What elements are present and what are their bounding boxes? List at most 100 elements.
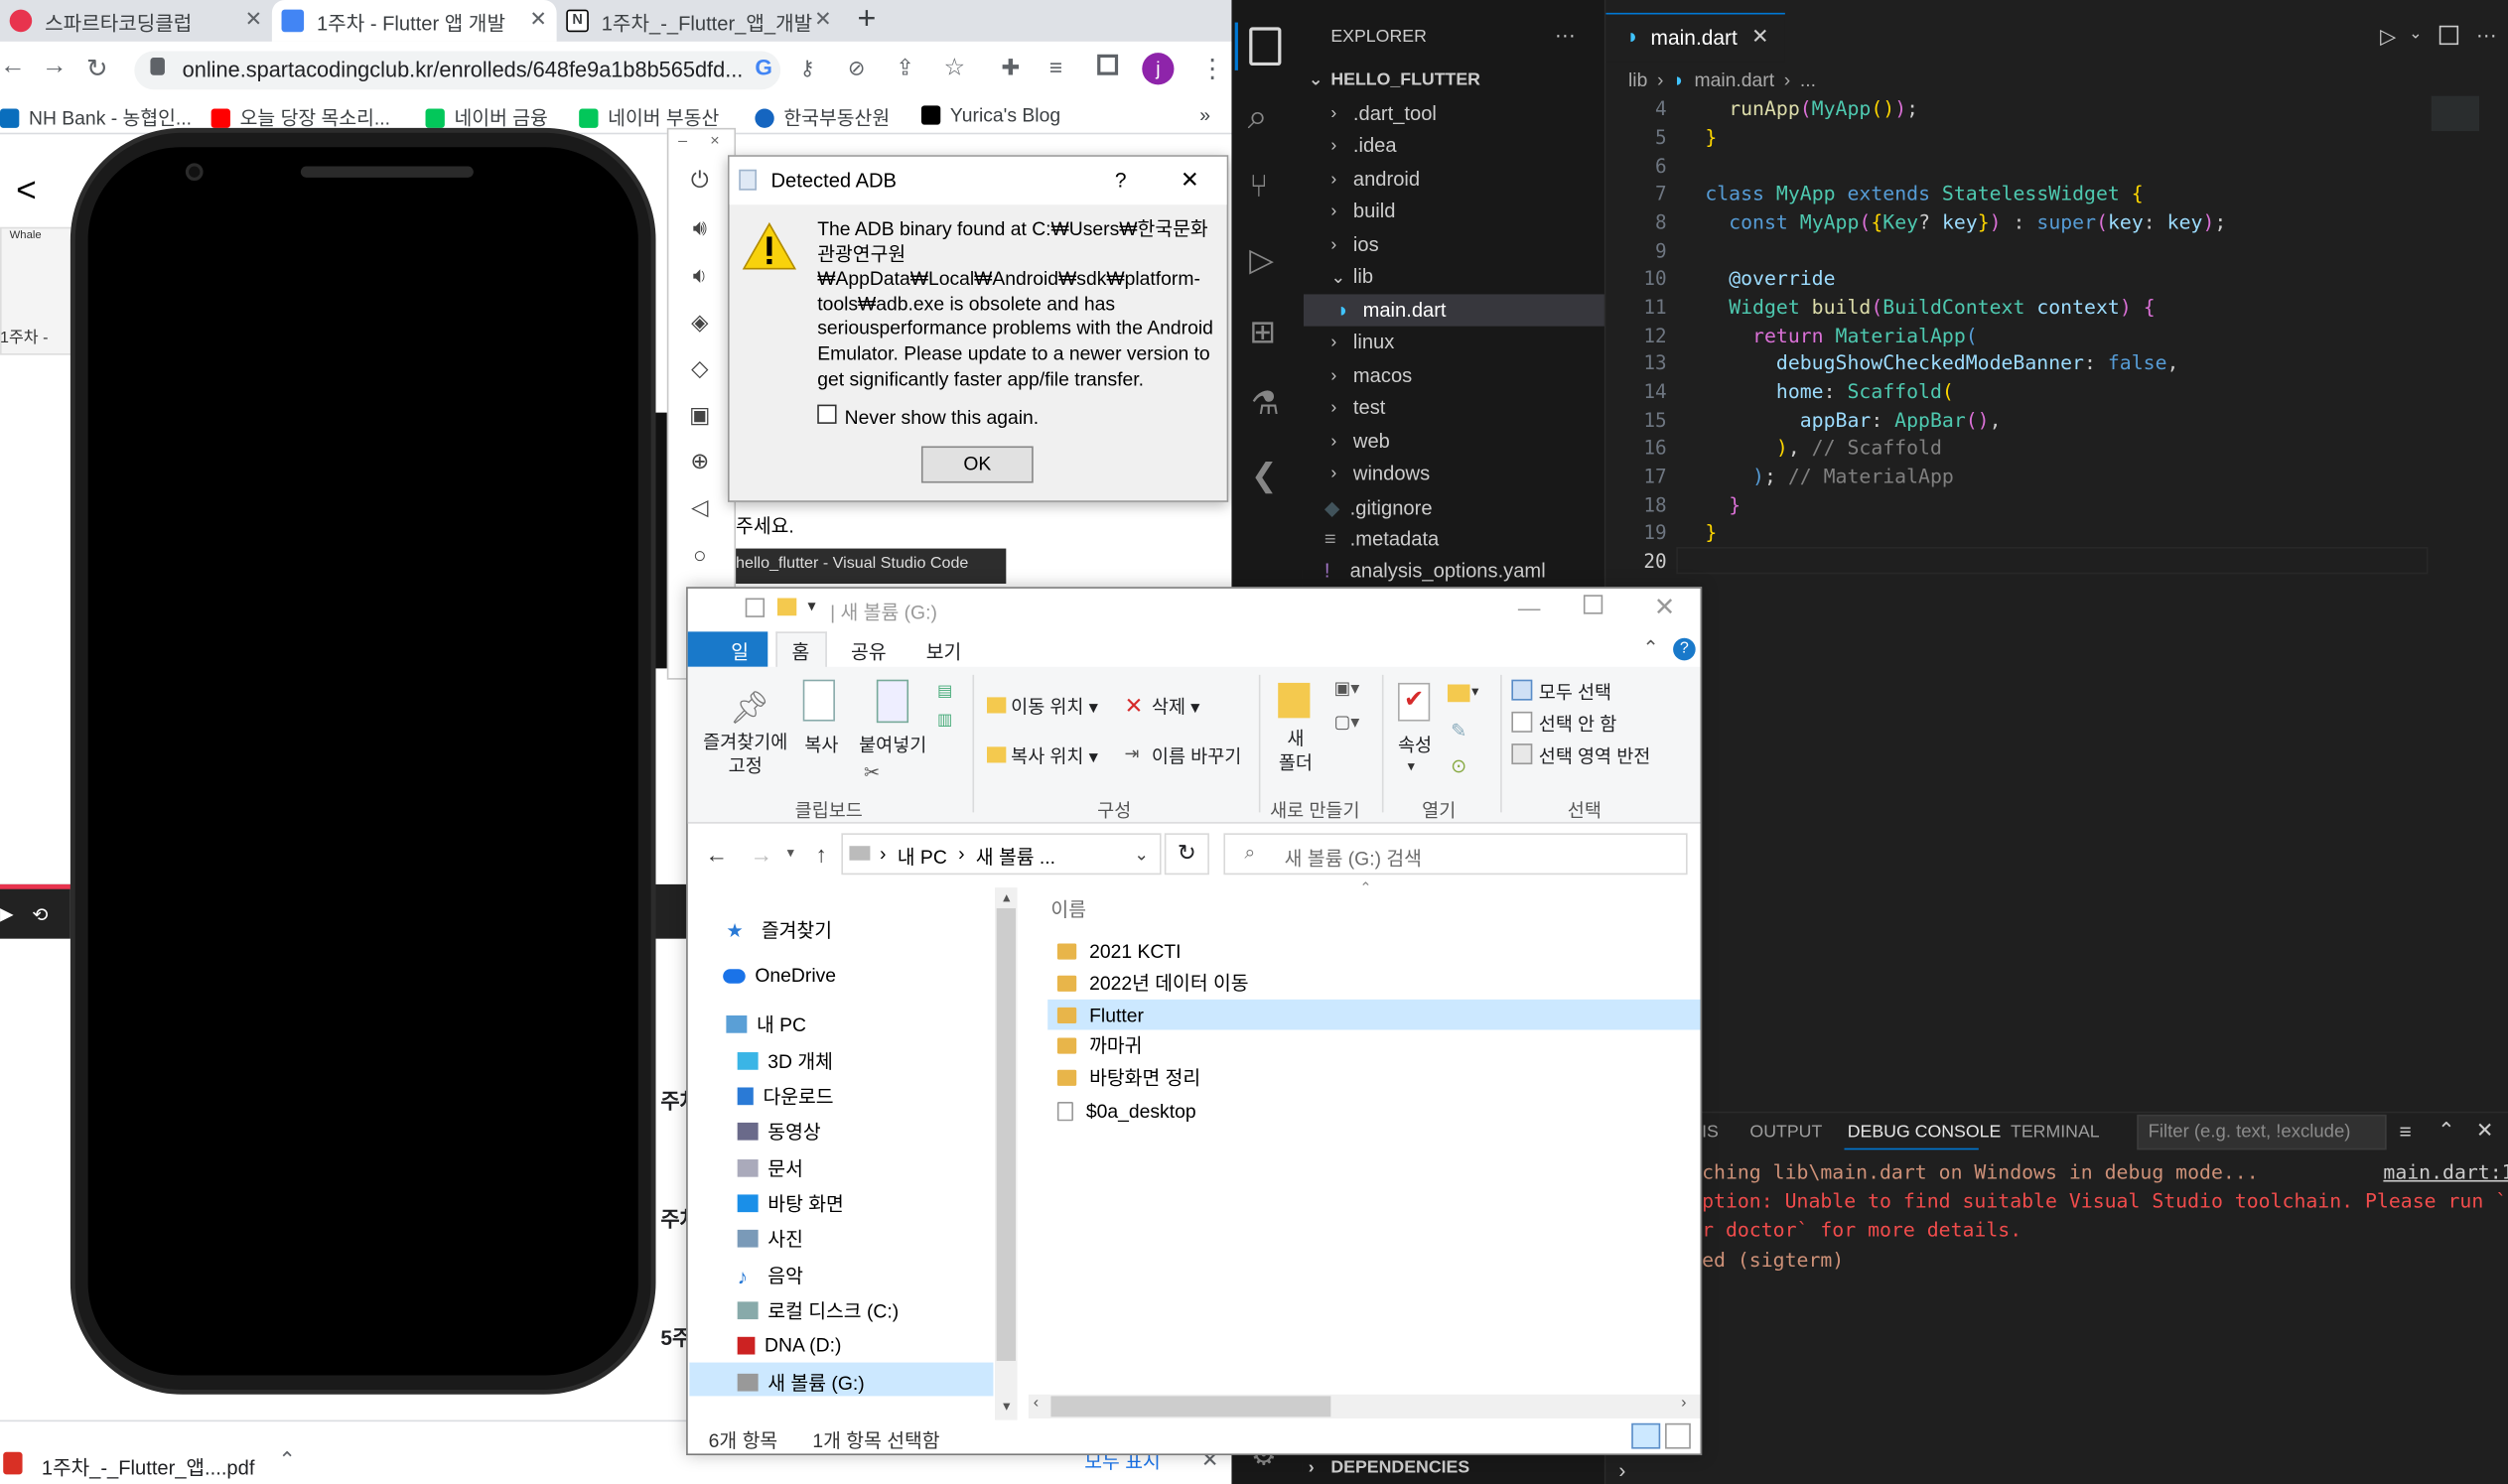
open-icon[interactable] [1447, 684, 1470, 703]
close-window-button[interactable]: ✕ [1654, 592, 1676, 623]
tree-item[interactable]: › build [1330, 200, 1395, 222]
nav-item-videos[interactable]: 동영상 [737, 1118, 821, 1145]
tree-item[interactable]: › windows [1330, 463, 1430, 485]
properties-dropdown-icon[interactable]: ▾ [1408, 758, 1415, 776]
help-icon[interactable]: ? [1673, 637, 1696, 661]
delete-button[interactable]: 삭제 ▾ [1152, 694, 1200, 720]
split-editor-icon[interactable] [2438, 25, 2459, 46]
source-control-icon[interactable]: ⑂ [1249, 170, 1268, 206]
project-folder[interactable]: ⌄ HELLO_FLUTTER [1309, 68, 1480, 89]
chevron-down-icon[interactable]: ⌄ [2409, 26, 2423, 44]
copy-to-button[interactable]: 복사 위치 ▾ [1011, 743, 1098, 769]
ribbon-tab-file[interactable] [687, 631, 768, 667]
breadcrumb-item[interactable]: main.dart [1694, 68, 1774, 91]
nav-item-dna-d[interactable]: DNA (D:) [737, 1334, 841, 1356]
emulator-close-button[interactable]: × [710, 133, 719, 151]
ribbon-tab-view[interactable]: 보기 [926, 638, 962, 665]
chevron-up-icon[interactable]: ⌃ [278, 1447, 296, 1473]
browser-tab-active[interactable]: 1주차 - Flutter 앱 개발 ✕ [271, 0, 557, 42]
rotate-right-icon[interactable]: ◇ [667, 355, 733, 382]
minimap[interactable] [2431, 95, 2480, 132]
back-arrow-icon[interactable]: ← [705, 841, 728, 867]
explorer-more-icon[interactable]: ··· [1555, 23, 1576, 47]
tree-item-selected[interactable]: ◗ main.dart [1337, 299, 1447, 322]
tree-item[interactable]: ≡ .metadata [1324, 528, 1439, 551]
run-debug-icon[interactable]: ▷ [1249, 240, 1274, 280]
quick-access-dropdown-icon[interactable]: ▾ [808, 599, 816, 616]
emulator-minimize-button[interactable]: – [678, 133, 687, 151]
download-file[interactable]: 1주차_-_Flutter_앱....pdf [42, 1450, 255, 1481]
ribbon-tab-home[interactable]: 홈 [791, 638, 809, 665]
new-tab-button[interactable]: + [857, 2, 876, 39]
never-show-checkbox[interactable] [817, 404, 837, 424]
file-row[interactable]: $0a_desktop [1050, 1096, 1690, 1127]
explorer-files-icon[interactable] [1249, 27, 1282, 67]
share-icon[interactable]: ⇪ [896, 55, 914, 81]
file-row[interactable]: 까마귀 [1050, 1029, 1690, 1060]
more-actions-icon[interactable]: ··· [2476, 23, 2497, 47]
new-item-icon[interactable]: ▣▾ [1334, 678, 1360, 699]
rename-button[interactable]: 이름 바꾸기 [1152, 743, 1241, 769]
cut-scissors-icon[interactable]: ✂ [864, 761, 880, 784]
nav-scrollbar-thumb[interactable] [996, 908, 1016, 1361]
panel-tab[interactable]: IS [1702, 1123, 1719, 1142]
tree-item[interactable]: › .dart_tool [1330, 102, 1437, 125]
reading-list-icon[interactable]: ≡ [1049, 55, 1062, 80]
sort-up-icon[interactable]: ⌃ [1359, 879, 1371, 897]
browser-menu-icon[interactable]: ⋮ [1199, 53, 1225, 84]
minimize-button[interactable]: — [1518, 595, 1541, 620]
dialog-close-button[interactable]: ✕ [1181, 167, 1199, 194]
details-view-icon[interactable] [1631, 1422, 1661, 1449]
zoom-icon[interactable]: ⊕ [667, 448, 733, 474]
paste-shortcut-icon[interactable]: ▥ [937, 712, 952, 730]
ribbon-tab-share[interactable]: 공유 [851, 638, 887, 665]
scroll-right-icon[interactable]: › [1681, 1395, 1686, 1413]
tree-item[interactable]: › linux [1330, 331, 1394, 353]
pin-quick-access-button[interactable]: 즐겨찾기에 고정 [701, 733, 790, 780]
run-icon[interactable]: ▷ [2380, 24, 2396, 50]
tree-item[interactable]: ⌄ lib [1330, 265, 1373, 288]
nav-item-volume-g[interactable]: 새 볼륨 (G:) [737, 1369, 865, 1396]
browser-tab[interactable]: 스파르타코딩클럽 ✕ [0, 0, 272, 42]
large-icons-view-icon[interactable] [1665, 1422, 1691, 1449]
move-to-button[interactable]: 이동 위치 ▾ [1011, 694, 1098, 720]
tab-close-icon[interactable]: ✕ [529, 6, 547, 32]
dialog-help-button[interactable]: ? [1115, 168, 1127, 192]
open-dropdown-icon[interactable]: ▾ [1471, 683, 1478, 701]
nav-item-local-disk-c[interactable]: 로컬 디스크 (C:) [737, 1297, 899, 1324]
edit-icon[interactable]: ✎ [1451, 720, 1466, 742]
page-back-button[interactable]: < [16, 170, 37, 211]
new-folder-button[interactable]: 새 폴더 [1278, 730, 1313, 777]
recent-locations-icon[interactable]: ▾ [787, 845, 794, 863]
select-all-button[interactable]: 모두 선택 [1539, 680, 1611, 706]
bookmark-item[interactable]: Yurica's Blog [920, 104, 1060, 126]
search-icon[interactable]: ⌕ [1248, 96, 1268, 138]
profile-avatar[interactable]: j [1142, 53, 1175, 85]
tab-close-icon[interactable]: ✕ [245, 6, 263, 32]
tree-item[interactable]: › .idea [1330, 134, 1396, 157]
path-dropdown-icon[interactable]: ⌄ [1134, 845, 1149, 865]
nav-item-3d-objects[interactable]: 3D 개체 [737, 1047, 833, 1074]
tree-item[interactable]: › web [1330, 430, 1390, 453]
refresh-icon[interactable]: ↻ [1164, 833, 1209, 876]
nav-item-pictures[interactable]: 사진 [737, 1225, 803, 1252]
properties-button[interactable]: 속성 [1398, 733, 1432, 758]
forward-arrow-icon[interactable]: → [42, 53, 68, 81]
chevron-right-icon[interactable]: › [1618, 1458, 1625, 1482]
home-icon[interactable]: ○ [667, 542, 733, 568]
copy-path-icon[interactable]: ▤ [937, 683, 952, 701]
file-row[interactable]: 2021 KCTI [1050, 935, 1690, 966]
power-icon[interactable]: ⏻ [667, 167, 733, 194]
file-row[interactable]: 2022년 데이터 이동 [1050, 968, 1690, 999]
panel-tab-output[interactable]: OUTPUT [1749, 1123, 1822, 1142]
nav-item-downloads[interactable]: 다운로드 [737, 1083, 834, 1110]
tree-item[interactable]: ◆ .gitignore [1324, 495, 1433, 519]
bookmark-item[interactable]: 한국부동산원 [755, 104, 890, 131]
play-icon[interactable]: ▶ [0, 903, 14, 924]
camera-icon[interactable]: ▣ [667, 401, 733, 428]
column-header-name[interactable]: 이름 [1050, 895, 1086, 922]
close-tab-icon[interactable]: ✕ [1751, 24, 1769, 50]
select-none-button[interactable]: 선택 안 함 [1539, 712, 1616, 738]
nav-item-this-pc[interactable]: 내 PC [726, 1011, 806, 1037]
easy-access-icon[interactable]: ▢▾ [1334, 712, 1360, 733]
